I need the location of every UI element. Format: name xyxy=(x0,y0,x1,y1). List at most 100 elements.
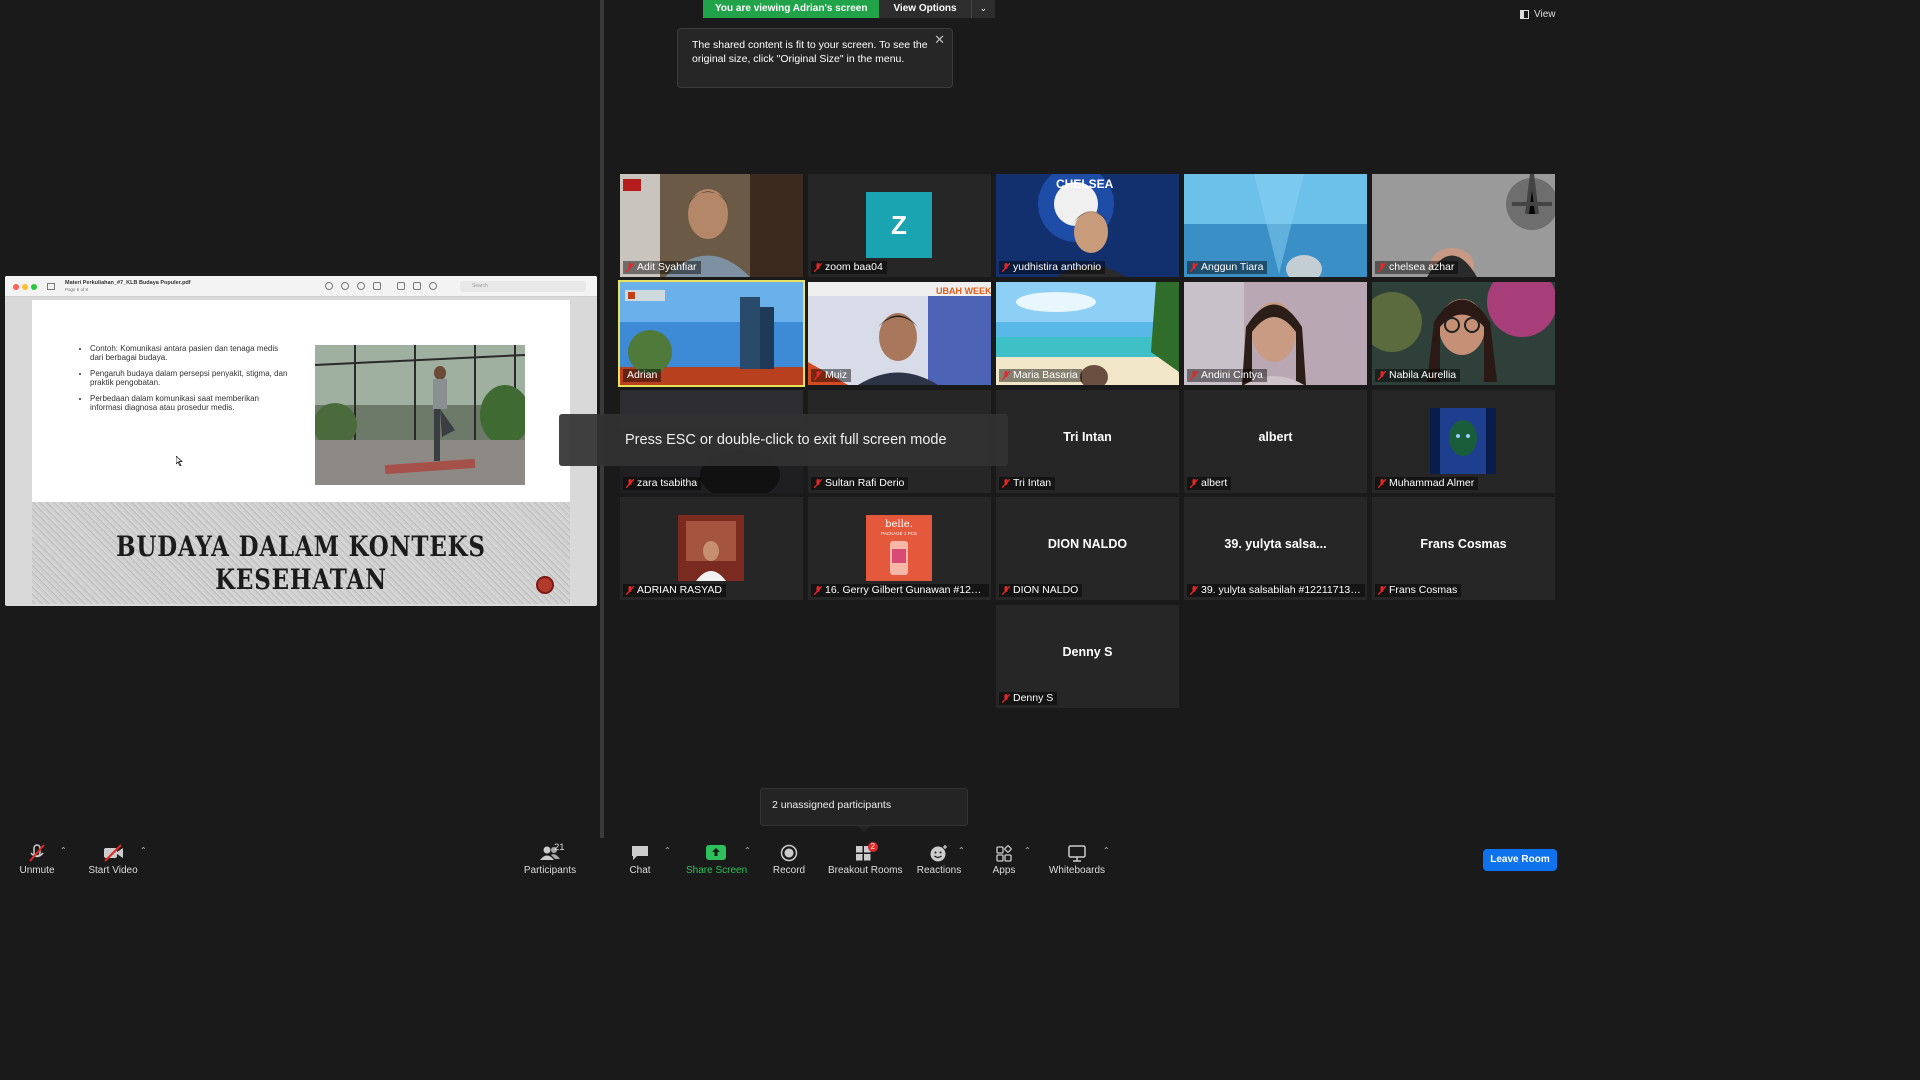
breakout-rooms-button[interactable]: 2 Breakout Rooms xyxy=(828,842,902,876)
avatar: belle. PACKAGE 1 PCS xyxy=(866,515,932,581)
mic-muted-icon xyxy=(626,479,634,488)
video-off-icon xyxy=(104,844,123,862)
participant-tile[interactable]: 39. yulyta salsa... 39. yulyta salsabilah… xyxy=(1184,497,1367,600)
participant-tile[interactable]: Muhammad Almer xyxy=(1372,390,1555,493)
apps-button[interactable]: Apps xyxy=(990,844,1018,876)
participant-name-label: albert xyxy=(1187,477,1232,490)
mic-muted-icon xyxy=(1378,586,1386,595)
view-label: View xyxy=(1534,9,1556,20)
share-screen-label: Share Screen xyxy=(686,865,748,876)
participant-tile[interactable]: UBAH WEEK Muiz xyxy=(808,282,991,385)
rotate-icon xyxy=(413,282,421,290)
participant-name-label: 39. yulyta salsabilah #122117130... xyxy=(1187,584,1365,597)
participant-display-name: albert xyxy=(1258,430,1293,444)
participant-tile[interactable]: Adrian xyxy=(618,280,805,387)
leave-room-button[interactable]: Leave Room xyxy=(1483,849,1557,871)
view-options-button[interactable]: View Options xyxy=(879,0,972,18)
participant-tile[interactable]: Tri Intan Tri Intan xyxy=(996,390,1179,493)
view-layout-icon xyxy=(1520,10,1529,19)
chat-options-chevron-icon[interactable]: ⌃ xyxy=(664,846,671,855)
slide-heading: BUDAYA DALAM KONTEKS KESEHATAN xyxy=(116,530,486,596)
mouse-cursor-icon xyxy=(176,456,183,466)
chat-button[interactable]: Chat xyxy=(622,844,658,876)
reactions-button[interactable]: Reactions xyxy=(916,844,962,876)
avatar-letter: Z xyxy=(866,192,932,258)
participant-tile[interactable]: Anggun Tiara xyxy=(1184,174,1367,277)
mic-muted-icon xyxy=(1190,371,1198,380)
shared-pdf-window[interactable]: Materi Perkuliahan_#7_KLB Budaya Populer… xyxy=(5,276,597,606)
slide-bullet-list: Contoh: Komunikasi antara pasien dan ten… xyxy=(82,344,292,419)
share-screen-button[interactable]: Share Screen xyxy=(686,844,748,876)
participant-display-name: Frans Cosmas xyxy=(1420,537,1507,551)
participant-tile[interactable]: Maria Basaria xyxy=(996,282,1179,385)
apps-label: Apps xyxy=(992,865,1016,876)
svg-text:PACKAGE 1 PCS: PACKAGE 1 PCS xyxy=(881,531,917,536)
whiteboards-options-chevron-icon[interactable]: ⌃ xyxy=(1103,846,1110,855)
mic-muted-icon xyxy=(814,479,822,488)
audio-options-chevron-icon[interactable]: ⌃ xyxy=(60,846,67,855)
zoom-dot-icon xyxy=(31,284,37,290)
viewing-banner: You are viewing Adrian's screen View Opt… xyxy=(703,0,996,18)
mic-muted-icon xyxy=(1378,479,1386,488)
apps-options-chevron-icon[interactable]: ⌃ xyxy=(1024,846,1031,855)
record-button[interactable]: Record xyxy=(771,844,807,876)
share-icon xyxy=(373,282,381,290)
mic-muted-icon xyxy=(1002,371,1010,380)
participant-tile[interactable]: DION NALDO DION NALDO xyxy=(996,497,1179,600)
participant-name-label: Frans Cosmas xyxy=(1375,584,1462,597)
participants-button[interactable]: 21 Participants xyxy=(522,842,578,876)
annotate-icon xyxy=(429,282,437,290)
pdf-toolbar xyxy=(325,282,437,290)
mic-muted-icon xyxy=(1190,263,1198,272)
view-button[interactable]: View xyxy=(1520,9,1556,20)
avatar xyxy=(1430,408,1496,474)
participant-tile[interactable]: Adit Syahfiar xyxy=(620,174,803,277)
participant-tile[interactable]: chelsea azhar xyxy=(1372,174,1555,277)
unassigned-participants-popup[interactable]: 2 unassigned participants xyxy=(760,788,968,826)
share-options-chevron-icon[interactable]: ⌃ xyxy=(744,846,751,855)
video-options-chevron-icon[interactable]: ⌃ xyxy=(140,846,147,855)
tooltip-text: The shared content is fit to your screen… xyxy=(692,39,928,65)
chevron-down-icon[interactable]: ⌄ xyxy=(971,0,996,18)
participant-tile[interactable]: albert albert xyxy=(1184,390,1367,493)
mic-muted-icon xyxy=(814,586,822,595)
participant-tile[interactable]: belle. PACKAGE 1 PCS 16. Gerry Gilbert Gun… xyxy=(808,497,991,600)
reactions-options-chevron-icon[interactable]: ⌃ xyxy=(958,846,965,855)
sidebar-toggle-icon xyxy=(47,283,55,290)
whiteboards-button[interactable]: Whiteboards xyxy=(1046,844,1108,876)
participant-tile[interactable]: Nabila Aurellia xyxy=(1372,282,1555,385)
participant-tile[interactable]: Zzoom baa04 xyxy=(808,174,991,277)
slide-page: Contoh: Komunikasi antara pasien dan ten… xyxy=(32,300,570,604)
mic-muted-icon xyxy=(1190,479,1198,488)
participant-tile[interactable]: Denny S Denny S xyxy=(996,605,1179,708)
participant-name-label: zoom baa04 xyxy=(811,261,887,274)
pdf-search-field: Search xyxy=(460,281,586,292)
participant-tile[interactable]: CHELSEA yudhistira anthonio xyxy=(996,174,1179,277)
participant-tile[interactable]: Andini Cintya xyxy=(1184,282,1367,385)
mic-muted-icon xyxy=(626,586,634,595)
slide-logo-icon xyxy=(536,576,554,594)
participant-name-label: Nabila Aurellia xyxy=(1375,369,1461,382)
whiteboards-label: Whiteboards xyxy=(1048,865,1106,876)
chat-icon xyxy=(632,846,648,860)
slide-bullet: Perbedaan dalam komunikasi saat memberik… xyxy=(90,394,292,412)
participant-tile[interactable]: Frans Cosmas Frans Cosmas xyxy=(1372,497,1555,600)
mic-muted-icon xyxy=(814,371,822,380)
unmute-label: Unmute xyxy=(19,865,55,876)
zoom-in-icon xyxy=(357,282,365,290)
participants-label: Participants xyxy=(523,865,577,876)
participant-name-label: zara tsabitha xyxy=(623,477,702,490)
start-video-button[interactable]: Start Video xyxy=(86,844,140,876)
close-dot-icon xyxy=(13,284,19,290)
svg-text:belle.: belle. xyxy=(885,519,913,530)
mic-muted-icon xyxy=(1002,479,1010,488)
slide-bullet: Contoh: Komunikasi antara pasien dan ten… xyxy=(90,344,292,362)
unmute-button[interactable]: Unmute xyxy=(15,844,59,876)
yoga-photo xyxy=(315,345,525,485)
participant-display-name: Tri Intan xyxy=(1063,430,1112,444)
participant-name-label: Anggun Tiara xyxy=(1187,261,1268,274)
shared-screen-view[interactable]: Materi Perkuliahan_#7_KLB Budaya Populer… xyxy=(0,0,600,838)
participant-tile[interactable]: ADRIAN RASYAD xyxy=(620,497,803,600)
close-icon[interactable]: ✕ xyxy=(934,33,945,47)
participant-display-name: Denny S xyxy=(1062,645,1113,659)
